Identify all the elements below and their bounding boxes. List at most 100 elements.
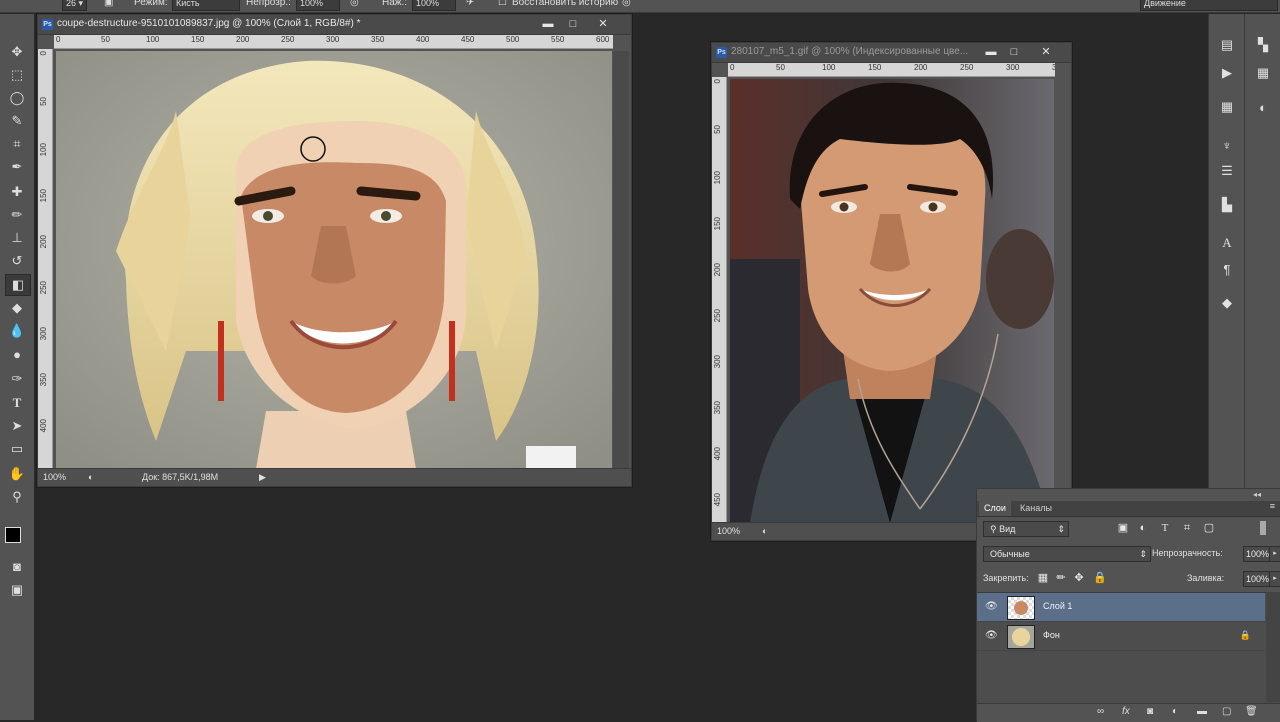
history-checkbox[interactable]: ☐ bbox=[498, 0, 507, 8]
filter-shape-icon[interactable]: ⌗ bbox=[1181, 522, 1193, 534]
new-group-icon[interactable]: ▬ bbox=[1197, 706, 1207, 717]
close-button[interactable]: ✕ bbox=[1035, 45, 1057, 59]
flow-input[interactable]: 100% bbox=[412, 0, 456, 11]
lock-transparency-icon[interactable]: ▦ bbox=[1037, 572, 1049, 584]
paint-bucket-tool-icon[interactable]: ◆ bbox=[5, 298, 29, 318]
eyedropper-tool-icon[interactable]: ✒ bbox=[5, 157, 29, 177]
actions-panel-icon[interactable]: ▶ bbox=[1217, 64, 1237, 82]
ruler-label: 400 bbox=[39, 419, 48, 433]
airbrush-icon[interactable]: ✈ bbox=[466, 0, 474, 8]
pen-tool-icon[interactable]: ✑ bbox=[5, 369, 29, 389]
clone-source-icon[interactable]: ♆ bbox=[1217, 136, 1237, 154]
document-1-canvas[interactable] bbox=[56, 51, 612, 469]
clone-stamp-tool-icon[interactable]: ⊥ bbox=[5, 228, 29, 248]
layer-opacity-input[interactable]: 100% bbox=[1243, 546, 1271, 562]
layer-style-icon[interactable]: fx bbox=[1122, 706, 1130, 717]
status-info-icon[interactable]: ◐ bbox=[88, 472, 93, 482]
lock-position-icon[interactable]: ✥ bbox=[1073, 572, 1085, 584]
fill-slider-button[interactable]: ▸ bbox=[1269, 571, 1280, 587]
new-layer-icon[interactable]: ▢ bbox=[1222, 706, 1231, 717]
opacity-slider-button[interactable]: ▸ bbox=[1269, 546, 1280, 562]
vertical-scrollbar[interactable] bbox=[613, 51, 629, 469]
type-tool-icon[interactable]: T bbox=[5, 393, 29, 413]
document-1-tab[interactable]: Ps coupe-destructure-9510101089837.jpg @… bbox=[38, 15, 631, 35]
opacity-input[interactable]: 100% bbox=[296, 0, 340, 11]
zoom-level[interactable]: 100% bbox=[717, 526, 740, 536]
layer-filter-select[interactable]: ⚲ Вид ⇕ bbox=[983, 521, 1069, 537]
quick-mask-icon[interactable]: ◙ bbox=[5, 556, 29, 576]
document-window-1[interactable]: Ps coupe-destructure-9510101089837.jpg @… bbox=[37, 14, 632, 487]
styles-panel-icon[interactable]: ◐ bbox=[1253, 98, 1273, 116]
document-window-2[interactable]: Ps 280107_m5_1.gif @ 100% (Индексированн… bbox=[711, 42, 1072, 541]
maximize-button[interactable]: □ bbox=[562, 17, 584, 31]
layer-row-background[interactable]: 👁 Фон 🔒 bbox=[977, 622, 1265, 651]
visibility-eye-icon[interactable]: 👁 bbox=[985, 630, 998, 641]
blur-tool-icon[interactable]: 💧 bbox=[5, 321, 29, 341]
adjustment-layer-icon[interactable]: ◐ bbox=[1172, 706, 1178, 717]
layer-mask-icon[interactable]: ◙ bbox=[1147, 706, 1153, 717]
tab-channels[interactable]: Каналы bbox=[1015, 501, 1057, 516]
layer-fill-input[interactable]: 100% bbox=[1243, 571, 1271, 587]
minimize-button[interactable]: ▬ bbox=[980, 45, 1002, 59]
rectangle-tool-icon[interactable]: ▭ bbox=[5, 439, 29, 459]
filter-pixel-icon[interactable]: ▣ bbox=[1117, 522, 1129, 534]
lock-all-icon[interactable]: 🔒 bbox=[1093, 572, 1107, 584]
blend-mode-select[interactable]: Обычные ⇕ bbox=[983, 546, 1151, 562]
lasso-tool-icon[interactable]: ◯ bbox=[5, 88, 29, 108]
move-tool-icon[interactable]: ✥ bbox=[5, 42, 29, 62]
lock-label: Закрепить: bbox=[983, 573, 1029, 583]
layers-scrollbar[interactable] bbox=[1266, 592, 1280, 702]
foreground-color-swatch[interactable] bbox=[5, 527, 21, 543]
history-brush-tool-icon[interactable]: ↺ bbox=[5, 251, 29, 271]
layer-name[interactable]: Слой 1 bbox=[1043, 601, 1072, 611]
pressure-opacity-icon[interactable]: ◎ bbox=[350, 0, 359, 8]
document-2-canvas[interactable] bbox=[730, 79, 1054, 523]
screen-mode-icon[interactable]: ▣ bbox=[5, 580, 29, 600]
layer-name[interactable]: Фон bbox=[1043, 630, 1060, 640]
marquee-tool-icon[interactable]: ⬚ bbox=[5, 65, 29, 85]
panel-menu-icon[interactable]: ≡ bbox=[1270, 501, 1275, 511]
mode-select[interactable]: Кисть bbox=[172, 0, 240, 11]
character-panel-icon[interactable]: A bbox=[1217, 234, 1237, 252]
visibility-eye-icon[interactable]: 👁 bbox=[985, 601, 998, 612]
healing-brush-tool-icon[interactable]: ✚ bbox=[5, 182, 29, 202]
properties-icon[interactable]: ▙ bbox=[1217, 196, 1237, 214]
brush-panel-icon[interactable]: ▣ bbox=[104, 0, 113, 8]
document-2-tab[interactable]: Ps 280107_m5_1.gif @ 100% (Индексированн… bbox=[712, 43, 1071, 63]
delete-layer-icon[interactable]: 🗑 bbox=[1245, 706, 1258, 717]
lock-pixels-icon[interactable]: ✏ bbox=[1055, 572, 1067, 584]
history-panel-icon[interactable]: ▤ bbox=[1217, 36, 1237, 54]
brush-presets-icon[interactable]: ▦ bbox=[1217, 98, 1237, 116]
filter-toggle[interactable] bbox=[1260, 521, 1266, 535]
close-button[interactable]: ✕ bbox=[592, 17, 614, 31]
ruler-label: 350 bbox=[371, 35, 385, 44]
pressure-size-icon[interactable]: ◎ bbox=[622, 0, 631, 8]
link-layers-icon[interactable]: ∞ bbox=[1097, 706, 1104, 717]
tab-layers[interactable]: Слои bbox=[979, 501, 1011, 516]
paragraph-panel-icon[interactable]: ¶ bbox=[1217, 260, 1237, 278]
filter-type-icon[interactable]: T bbox=[1159, 522, 1171, 534]
filter-smart-object-icon[interactable]: ▢ bbox=[1203, 522, 1215, 534]
eraser-tool-icon[interactable]: ◧ bbox=[5, 274, 31, 296]
workspace-select[interactable]: Движение bbox=[1140, 0, 1278, 11]
3d-panel-icon[interactable]: ◆ bbox=[1217, 294, 1237, 312]
quick-selection-tool-icon[interactable]: ✎ bbox=[5, 111, 29, 131]
maximize-button[interactable]: □ bbox=[1003, 45, 1025, 59]
status-info-icon[interactable]: ◐ bbox=[762, 526, 767, 536]
zoom-level[interactable]: 100% bbox=[43, 472, 66, 482]
adjustments-icon[interactable]: ☰ bbox=[1217, 162, 1237, 180]
brush-tool-icon[interactable]: ✏ bbox=[5, 205, 29, 225]
crop-tool-icon[interactable]: ⌗ bbox=[5, 134, 29, 154]
color-panel-icon[interactable]: ▚ bbox=[1253, 36, 1273, 54]
swatches-panel-icon[interactable]: ▦ bbox=[1253, 64, 1273, 82]
zoom-tool-icon[interactable]: ⚲ bbox=[5, 487, 29, 507]
layer-row-layer1[interactable]: 👁 Слой 1 bbox=[977, 593, 1265, 622]
path-selection-tool-icon[interactable]: ➤ bbox=[5, 416, 29, 436]
hand-tool-icon[interactable]: ✋ bbox=[5, 464, 29, 484]
collapse-panel-icon[interactable]: ◂◂ bbox=[1253, 490, 1261, 499]
brush-size-picker[interactable]: 26 ▾ bbox=[62, 0, 88, 11]
dodge-tool-icon[interactable]: ● bbox=[5, 344, 29, 364]
filter-adjustment-icon[interactable]: ◐ bbox=[1137, 522, 1149, 534]
status-menu-arrow-icon[interactable]: ▶ bbox=[259, 472, 266, 483]
minimize-button[interactable]: ▬ bbox=[537, 17, 559, 31]
